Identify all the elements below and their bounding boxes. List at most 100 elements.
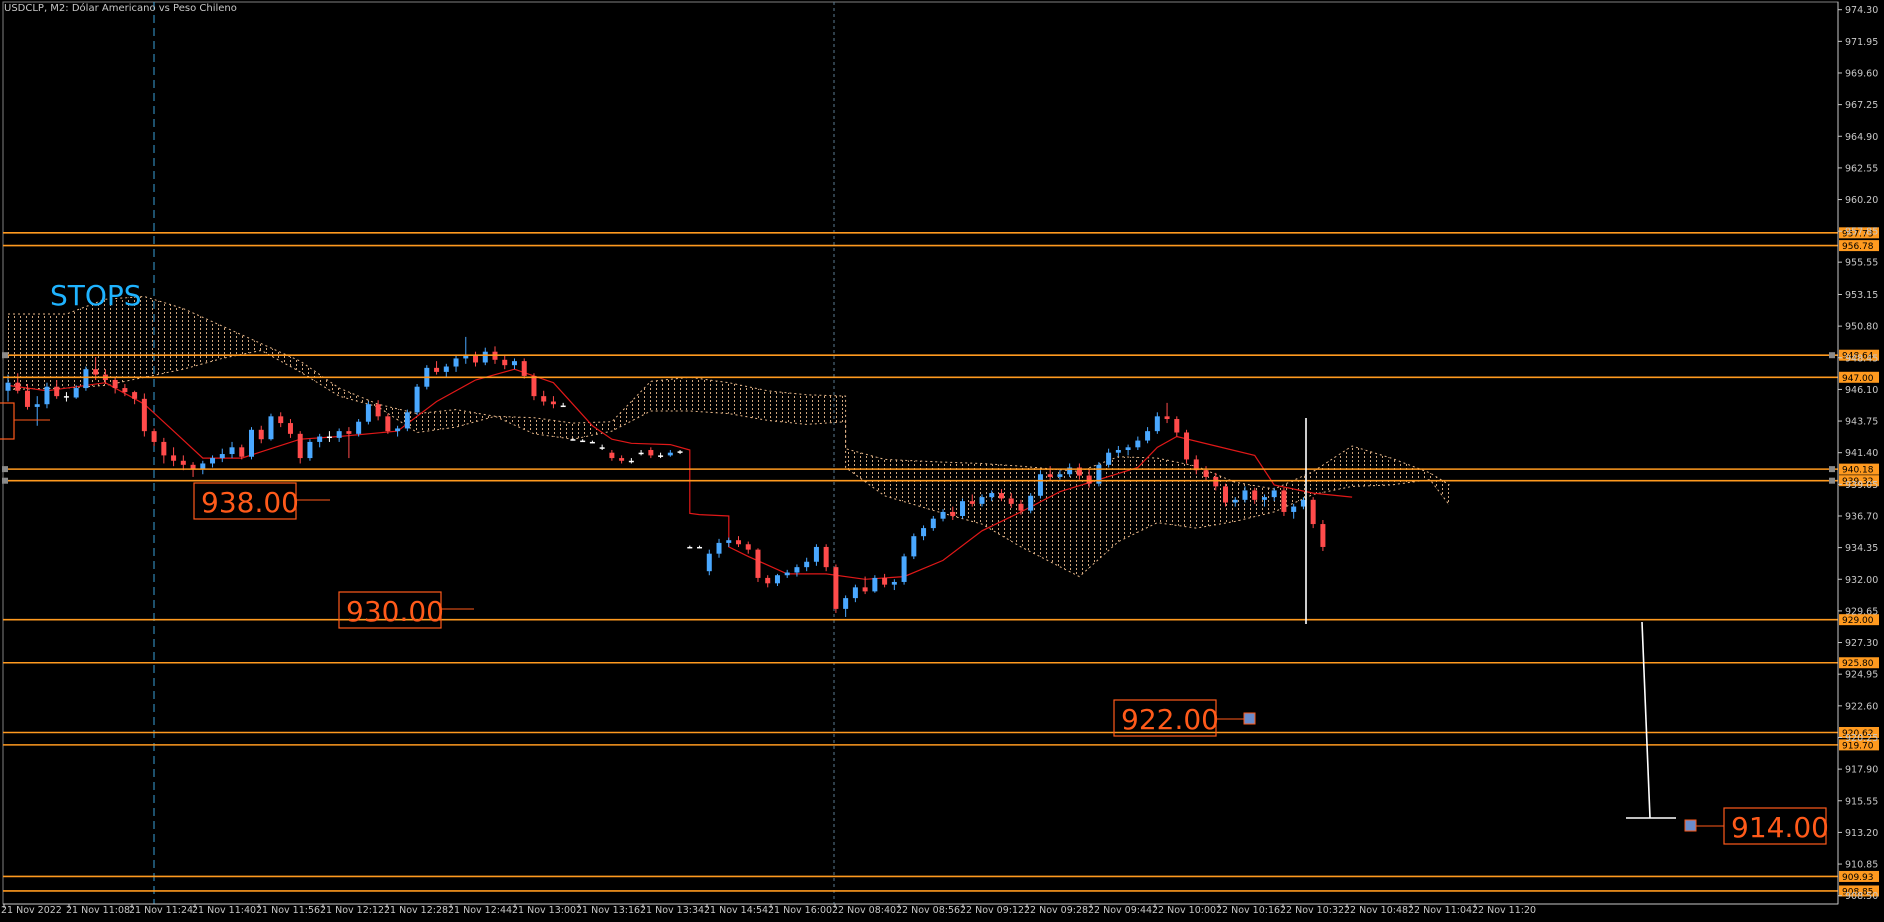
candle-body	[774, 575, 780, 584]
candle	[141, 393, 147, 437]
time-axis[interactable]: 21 Nov 2022 21 Nov 11:0821 Nov 11:2421 No…	[1, 903, 1838, 916]
candle-body	[180, 460, 186, 465]
price-tick-label: 917.90	[1845, 765, 1878, 776]
candle-body	[15, 382, 21, 391]
time-tick-label: 22 Nov 10:00	[1152, 905, 1216, 916]
candle-body	[1018, 503, 1024, 511]
candle-body	[531, 375, 537, 397]
price-tick-label: 955.55	[1845, 258, 1878, 269]
level-handle-right[interactable]	[1829, 352, 1835, 359]
price-tick-label: 920.25	[1845, 733, 1878, 744]
candle-body	[589, 441, 595, 444]
candle	[1096, 462, 1102, 487]
candle-body	[648, 450, 654, 456]
target-price-text: 930.00	[346, 595, 444, 628]
time-tick-label: 22 Nov 10:16	[1216, 905, 1280, 916]
level-handle-left[interactable]	[2, 477, 8, 484]
candle-body	[317, 436, 323, 442]
candle-body	[1281, 490, 1287, 512]
candle-body	[307, 441, 313, 459]
candle-body	[677, 451, 683, 453]
candle-body	[726, 540, 732, 543]
target-price-text: 922.00	[1121, 703, 1219, 736]
target-price-text: 938.00	[201, 486, 299, 519]
candle-body	[73, 388, 79, 398]
level-handle-left[interactable]	[2, 466, 8, 473]
target-marker[interactable]	[1684, 819, 1697, 832]
level-handle-right[interactable]	[1829, 466, 1835, 473]
candle	[385, 413, 391, 434]
candle	[1281, 487, 1287, 516]
candle-body	[1145, 431, 1151, 441]
candle-body	[716, 542, 722, 554]
target-marker[interactable]	[1243, 712, 1256, 725]
price-tick-label: 950.80	[1845, 322, 1878, 333]
time-tick-label: 21 Nov 2022	[1, 905, 62, 916]
candle-body	[813, 546, 819, 562]
candle-body	[268, 416, 274, 440]
candle-body	[463, 355, 469, 359]
candle-body	[326, 436, 332, 439]
price-tick-label: 936.70	[1845, 511, 1878, 522]
candle-body	[609, 452, 615, 459]
price-tick-label: 939.05	[1845, 480, 1878, 491]
price-tick-label: 922.60	[1845, 701, 1878, 712]
candle-body	[736, 540, 741, 545]
candle-body	[697, 546, 703, 549]
candle	[1320, 520, 1326, 551]
candle-body	[93, 369, 99, 375]
candle-body	[823, 546, 829, 568]
candle-body	[239, 447, 245, 457]
level-price: 909.93	[1842, 873, 1874, 883]
candle-body	[706, 553, 712, 572]
price-chart[interactable]: 957.73956.78948.64947.00940.18939.32929.…	[0, 0, 1884, 922]
candle-body	[171, 455, 177, 461]
candle-body	[151, 431, 157, 442]
time-tick-label: 21 Nov 11:08	[66, 905, 130, 916]
candle-body	[5, 382, 11, 391]
time-tick-label: 22 Nov 08:40	[832, 905, 896, 916]
candle-body	[687, 546, 693, 549]
time-tick-label: 22 Nov 10:48	[1344, 905, 1408, 916]
candle-body	[249, 429, 254, 457]
price-tick-label: 941.40	[1845, 448, 1878, 459]
price-tick-label: 908.50	[1845, 891, 1878, 902]
price-tick-label: 969.60	[1845, 68, 1878, 79]
chart-title: USDCLP, M2: Dólar Americano vs Peso Chil…	[4, 3, 237, 14]
candle-body	[1310, 499, 1316, 525]
stops-text[interactable]: STOPS	[50, 279, 142, 312]
candle	[960, 498, 966, 519]
level-handle-left[interactable]	[2, 352, 8, 359]
price-axis[interactable]: 974.30 971.95 969.60 967.25 964.90 962.55 960.…	[1837, 2, 1878, 904]
candle-body	[404, 412, 410, 429]
candle-body	[658, 455, 664, 457]
candle-body	[453, 358, 459, 367]
candle-body	[1115, 450, 1121, 453]
candle-body	[385, 416, 391, 432]
candle-body	[1037, 474, 1043, 496]
price-tick-label: 971.95	[1845, 37, 1878, 48]
candle-body	[550, 401, 556, 405]
time-tick-label: 21 Nov 13:34	[640, 905, 704, 916]
candle-body	[599, 447, 605, 449]
plot-area[interactable]	[2, 1, 1839, 905]
candle-body	[852, 587, 858, 599]
candle	[83, 366, 89, 391]
candle-body	[794, 567, 800, 573]
time-tick-label: 21 Nov 13:00	[512, 905, 576, 916]
candle-body	[619, 458, 625, 461]
candle-body	[930, 518, 936, 529]
time-tick-label: 21 Nov 11:40	[192, 905, 256, 916]
target-price-text: 914.00	[1731, 811, 1829, 844]
candle-body	[1223, 486, 1228, 503]
candle-body	[511, 361, 517, 366]
candle	[1184, 429, 1190, 464]
candle-body	[443, 366, 449, 372]
candle-body	[911, 536, 917, 557]
candle-body	[1300, 499, 1306, 507]
candle	[833, 564, 839, 613]
candle-body	[210, 458, 216, 464]
candle	[1037, 470, 1043, 499]
level-handle-right[interactable]	[1829, 477, 1835, 484]
candle-body	[1242, 490, 1248, 500]
